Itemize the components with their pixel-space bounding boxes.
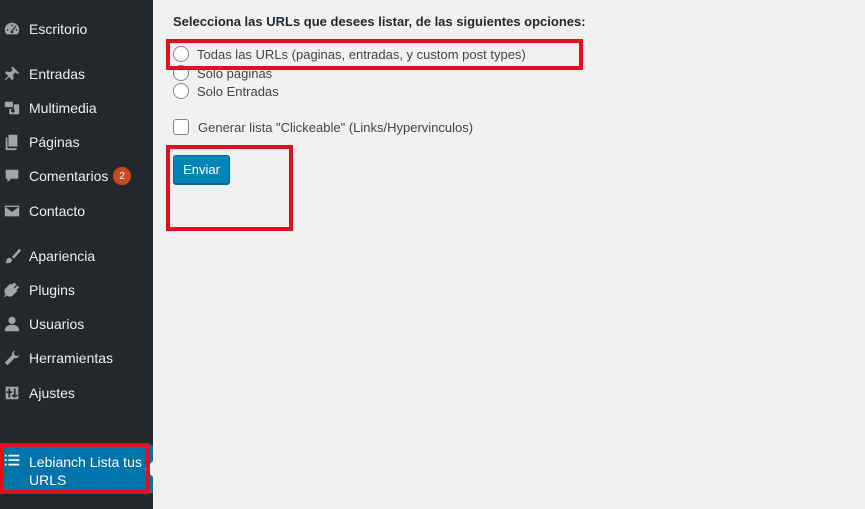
- sidebar-item-lebianch-lista-urls[interactable]: Lebianch Lista tus URLS: [0, 445, 153, 493]
- comments-icon: [2, 166, 22, 186]
- sidebar-item-label: Apariencia: [29, 248, 96, 264]
- clickable-list-checkbox[interactable]: [173, 119, 189, 135]
- comments-count-badge: 2: [113, 167, 131, 185]
- option-solo-paginas[interactable]: Solo paginas: [173, 64, 272, 82]
- sidebar-item-escritorio[interactable]: Escritorio: [0, 12, 153, 46]
- admin-sidebar: Escritorio Entradas Multimedia Páginas C…: [0, 0, 153, 509]
- sidebar-item-herramientas[interactable]: Herramientas: [0, 341, 153, 375]
- radio-solo-paginas[interactable]: [173, 65, 189, 81]
- settings-icon: [2, 383, 22, 403]
- submit-button[interactable]: Enviar: [173, 155, 230, 184]
- sidebar-item-multimedia[interactable]: Multimedia: [0, 91, 153, 125]
- active-menu-pointer: [145, 461, 153, 477]
- sidebar-item-ajustes[interactable]: Ajustes: [0, 376, 153, 410]
- checkbox-label: Generar lista "Clickeable" (Links/Hyperv…: [198, 119, 474, 135]
- media-icon: [2, 98, 22, 118]
- sidebar-item-label: Páginas: [29, 134, 80, 150]
- sidebar-item-label: Ajustes: [29, 385, 75, 401]
- sidebar-item-plugins[interactable]: Plugins: [0, 273, 153, 307]
- option-todas-urls[interactable]: Todas las URLs (paginas, entradas, y cus…: [173, 45, 526, 63]
- wrench-icon: [2, 348, 22, 368]
- sidebar-item-apariencia[interactable]: Apariencia: [0, 239, 153, 273]
- sidebar-item-label: Escritorio: [29, 21, 88, 37]
- option-solo-entradas[interactable]: Solo Entradas: [173, 82, 279, 100]
- sidebar-item-label: Herramientas: [29, 350, 114, 366]
- page-title: Selecciona las URLs que desees listar, d…: [173, 14, 586, 29]
- sidebar-item-comentarios[interactable]: Comentarios 2: [0, 159, 153, 193]
- sidebar-item-entradas[interactable]: Entradas: [0, 57, 153, 91]
- dashboard-icon: [2, 19, 22, 39]
- option-label: Solo paginas: [197, 65, 273, 81]
- mail-icon: [2, 201, 22, 221]
- sidebar-item-label: Multimedia: [29, 100, 97, 116]
- sidebar-item-label: Comentarios: [29, 168, 109, 184]
- sidebar-item-contacto[interactable]: Contacto: [0, 194, 153, 228]
- pages-icon: [2, 132, 22, 152]
- sidebar-item-label: Plugins: [29, 282, 75, 298]
- radio-todas-urls[interactable]: [173, 46, 189, 62]
- sidebar-item-paginas[interactable]: Páginas: [0, 125, 153, 159]
- sidebar-item-label: Contacto: [29, 203, 86, 219]
- plugin-icon: [2, 280, 22, 300]
- clickable-list-option[interactable]: Generar lista "Clickeable" (Links/Hyperv…: [173, 118, 473, 136]
- sidebar-item-label: Usuarios: [29, 316, 85, 332]
- list-icon: [2, 451, 22, 471]
- pin-icon: [2, 64, 22, 84]
- radio-solo-entradas[interactable]: [173, 83, 189, 99]
- brush-icon: [2, 246, 22, 266]
- option-label: Todas las URLs (paginas, entradas, y cus…: [197, 46, 526, 62]
- option-label: Solo Entradas: [197, 83, 279, 99]
- user-icon: [2, 314, 22, 334]
- sidebar-item-usuarios[interactable]: Usuarios: [0, 307, 153, 341]
- sidebar-item-label: Lebianch Lista tus URLS: [29, 454, 142, 488]
- sidebar-item-label: Entradas: [29, 66, 86, 82]
